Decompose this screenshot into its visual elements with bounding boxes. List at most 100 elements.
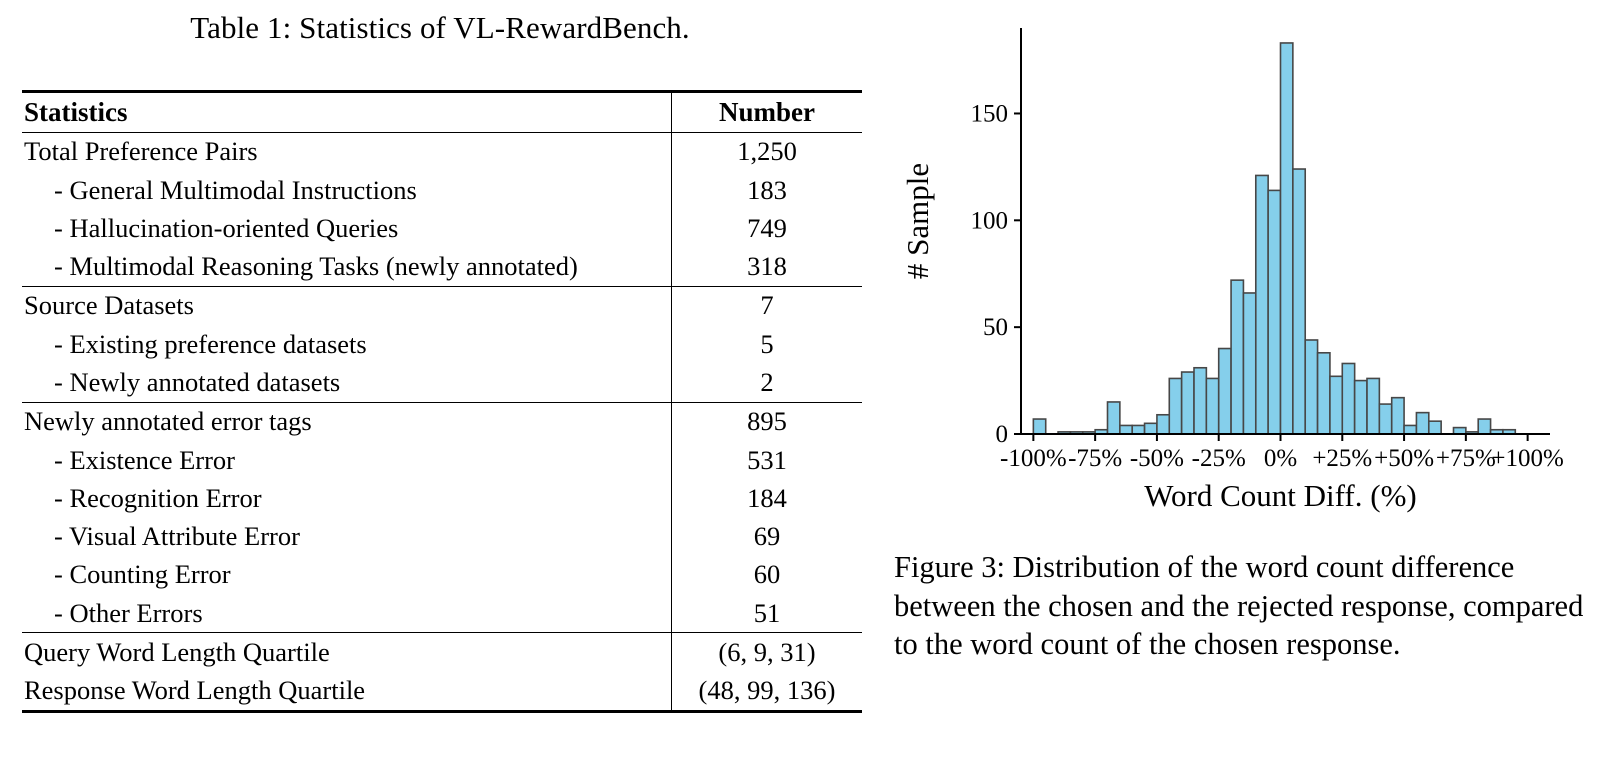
- table-caption: Table 1: Statistics of VL-RewardBench.: [190, 10, 690, 45]
- histogram-bar: [1230, 279, 1245, 435]
- histogram-bar: [1477, 418, 1492, 435]
- table-row: - Other Errors 51: [22, 594, 862, 633]
- row-label: Total Preference Pairs: [22, 131, 672, 172]
- row-value: 183: [747, 174, 787, 205]
- column-header-statistics: Statistics: [22, 90, 672, 133]
- row-value: 69: [753, 521, 781, 552]
- x-tick-label: +50%: [1374, 445, 1434, 472]
- histogram-bar: [1366, 377, 1381, 435]
- table-row: Query Word Length Quartile (6, 9, 31): [22, 632, 862, 672]
- figure-caption: Figure 3: Distribution of the word count…: [894, 550, 1584, 662]
- table-row: - Visual Attribute Error 69: [22, 517, 862, 556]
- x-tick-label: -25%: [1192, 445, 1246, 472]
- y-tick-label: 100: [971, 207, 1009, 234]
- row-label: Source Datasets: [22, 285, 672, 326]
- row-value: 5: [760, 328, 774, 359]
- table-row: - Counting Error 60: [22, 555, 862, 595]
- x-tick-label: -75%: [1068, 445, 1122, 472]
- histogram-bar: [1390, 396, 1405, 435]
- histogram-bar: [1353, 379, 1368, 435]
- row-label: - Multimodal Reasoning Tasks (newly anno…: [22, 247, 672, 287]
- row-label: - Hallucination-oriented Queries: [22, 209, 672, 248]
- row-value: 318: [747, 251, 787, 282]
- x-tick-label: 0%: [1264, 445, 1297, 472]
- row-label: - Visual Attribute Error: [22, 517, 672, 556]
- histogram-bar: [1279, 42, 1294, 435]
- x-axis-ticks: -100% -75% -50% -25% 0% +25% +50% +75%+100%: [1000, 434, 1564, 472]
- row-label: Query Word Length Quartile: [22, 632, 672, 672]
- y-tick-label: 0: [996, 421, 1009, 448]
- row-value: 51: [753, 597, 781, 628]
- y-axis-ticks: 0 50 100 150: [971, 100, 1021, 448]
- histogram-bar: [1180, 371, 1195, 435]
- row-value: (6, 9, 31): [671, 632, 862, 672]
- table-row: Source Datasets 7: [22, 285, 862, 326]
- table-row: - Existing preference datasets 5: [22, 325, 862, 364]
- row-label: - Newly annotated datasets: [22, 363, 672, 403]
- word-count-diff-histogram: -100% -75% -50% -25% 0% +25% +50% +75% +100% 0 50 1…: [880, 0, 1602, 520]
- x-tick-label: -50%: [1130, 445, 1184, 472]
- row-value: 60: [753, 559, 781, 590]
- row-value: 895: [671, 401, 862, 442]
- histogram-bar: [1329, 375, 1344, 435]
- table-row: - Hallucination-oriented Queries 749: [22, 209, 862, 248]
- x-tick-label: +75%: [1436, 445, 1496, 472]
- histogram-bar: [1304, 339, 1319, 435]
- table-row: - Existence Error 531: [22, 441, 862, 480]
- histogram-bar: [1119, 424, 1134, 435]
- histogram-bar: [1316, 351, 1331, 435]
- histogram-bars: [1032, 42, 1517, 435]
- histogram-bar: [1292, 168, 1307, 435]
- histogram-bar: [1403, 424, 1418, 435]
- row-value: 2: [760, 366, 774, 397]
- histogram-bar: [1242, 292, 1257, 435]
- histogram-bar: [1143, 422, 1158, 435]
- row-label: - Counting Error: [22, 555, 672, 595]
- table-bottom-rule: [22, 710, 862, 715]
- x-axis-label: Word Count Diff. (%): [1144, 478, 1416, 513]
- table-row: Response Word Length Quartile (48, 99, 13…: [22, 671, 862, 712]
- row-label: Response Word Length Quartile: [22, 671, 672, 712]
- table-row: - Newly annotated datasets 2: [22, 363, 862, 403]
- histogram-bar: [1106, 401, 1121, 435]
- row-label: - Other Errors: [22, 594, 672, 633]
- y-axis-label: # Sample: [900, 163, 935, 279]
- histogram-bar: [1032, 418, 1047, 435]
- row-value: 749: [747, 212, 787, 243]
- histogram-bar: [1156, 413, 1171, 435]
- histogram-bar: [1415, 411, 1430, 435]
- histogram-bar: [1341, 362, 1356, 435]
- table-row: Total Preference Pairs 1,250: [22, 131, 862, 172]
- bottom-rule-cell: [671, 710, 862, 715]
- row-label: - Recognition Error: [22, 479, 672, 518]
- y-tick-label: 50: [983, 314, 1008, 341]
- column-header-number: Number: [671, 90, 862, 133]
- x-tick-label: +25%: [1312, 445, 1372, 472]
- row-label: - Existence Error: [22, 441, 672, 480]
- row-value: 7: [671, 285, 862, 326]
- figure-pane: -100% -75% -50% -25% 0% +25% +50% +75% +100% 0 50 1…: [880, 0, 1602, 764]
- table-row: - General Multimodal Instructions 183: [22, 171, 862, 210]
- table-header-row: Statistics Number: [22, 90, 862, 133]
- x-tick-label: -100%: [1000, 445, 1067, 472]
- histogram-bar: [1427, 420, 1442, 435]
- histogram-bar: [1254, 174, 1269, 435]
- table-row: - Recognition Error 184: [22, 479, 862, 518]
- histogram-bar: [1378, 403, 1393, 435]
- histogram-bar: [1217, 347, 1232, 435]
- row-value: 531: [747, 444, 787, 475]
- row-label: - Existing preference datasets: [22, 325, 672, 364]
- histogram-bar: [1267, 189, 1282, 435]
- histogram-svg: -100% -75% -50% -25% 0% +25% +50% +75%+100% 0 50 1…: [900, 28, 1564, 513]
- table-row: - Multimodal Reasoning Tasks (newly anno…: [22, 247, 862, 287]
- statistics-table: Statistics Number Total Preference Pairs 1,…: [22, 90, 862, 715]
- bottom-rule-cell: [22, 710, 672, 715]
- row-label: Newly annotated error tags: [22, 401, 672, 442]
- table-pane: Table 1: Statistics of VL-RewardBench. S…: [0, 0, 880, 764]
- histogram-bar: [1193, 366, 1208, 435]
- histogram-bar: [1168, 377, 1183, 435]
- row-value: 1,250: [671, 131, 862, 172]
- histogram-bar: [1205, 377, 1220, 435]
- table-row: Newly annotated error tags 895: [22, 401, 862, 442]
- row-value: 184: [747, 482, 787, 513]
